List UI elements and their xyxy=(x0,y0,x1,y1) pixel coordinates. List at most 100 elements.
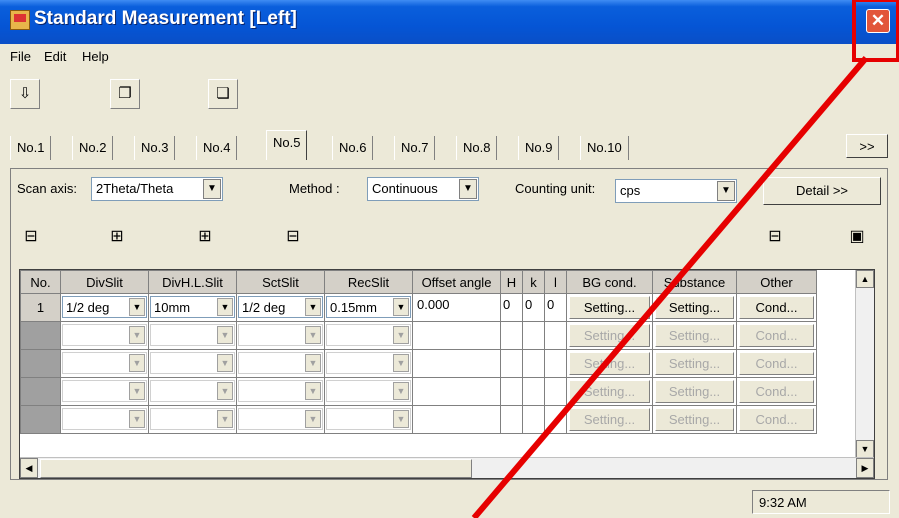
bg-cond-cell[interactable]: Setting... xyxy=(566,293,653,322)
chevron-down-icon: ▼ xyxy=(129,354,145,372)
method-select[interactable]: Continuous ▼ xyxy=(367,177,479,201)
bg-cond-setting-button: Setting... xyxy=(569,380,650,403)
tab-no6[interactable]: No.6 xyxy=(332,136,374,160)
menu-help[interactable]: Help xyxy=(82,49,109,64)
scroll-right-icon[interactable]: ▶ xyxy=(856,458,874,478)
close-button[interactable]: ✕ xyxy=(866,9,890,33)
divhl-select: ▼ xyxy=(150,380,235,402)
tab-panel: Scan axis: 2Theta/Theta ▼ Method : Conti… xyxy=(10,168,888,480)
substance-cell[interactable]: Setting... xyxy=(652,293,737,322)
l-cell[interactable]: 0 xyxy=(544,293,567,322)
tab-no9[interactable]: No.9 xyxy=(518,136,560,160)
k-cell[interactable]: 0 xyxy=(522,293,545,322)
recslit-select: ▼ xyxy=(326,352,411,374)
counting-unit-value: cps xyxy=(620,183,641,198)
detail-button[interactable]: Detail >> xyxy=(763,177,881,205)
save-icon[interactable]: ▣ xyxy=(845,225,869,249)
scan-axis-value: 2Theta/Theta xyxy=(96,181,174,196)
scroll-up-icon[interactable]: ▲ xyxy=(856,270,874,288)
chevron-down-icon: ▼ xyxy=(305,326,321,344)
scroll-down-icon[interactable]: ▼ xyxy=(856,440,874,458)
other-cell: Cond... xyxy=(736,377,817,406)
copy-left-button[interactable]: ❐ xyxy=(110,79,140,109)
chevron-down-icon[interactable]: ▼ xyxy=(129,298,145,316)
title-bar[interactable]: Standard Measurement [Left] ✕ xyxy=(0,0,899,44)
move-right-icon[interactable]: ⊞ xyxy=(105,225,129,249)
append-row-icon[interactable]: ⊟ xyxy=(763,225,787,249)
other-cond-button[interactable]: Cond... xyxy=(739,296,814,319)
horizontal-scroll-thumb[interactable] xyxy=(40,459,472,478)
chevron-down-icon[interactable]: ▼ xyxy=(217,298,233,316)
copy-rows-icon[interactable]: ⊟ xyxy=(281,225,305,249)
tab-no5[interactable]: No.5 xyxy=(266,130,308,160)
recslit-cell[interactable]: 0.15mm ▼ xyxy=(324,293,413,322)
table-row[interactable]: ▼ ▼ ▼ ▼ Setting... Setting... Cond... xyxy=(20,349,817,378)
tab-no2[interactable]: No.2 xyxy=(72,136,114,160)
scroll-left-icon[interactable]: ◀ xyxy=(20,458,38,478)
scan-axis-select[interactable]: 2Theta/Theta ▼ xyxy=(91,177,223,201)
tab-no4[interactable]: No.4 xyxy=(196,136,238,160)
h-cell xyxy=(500,377,523,406)
chevron-down-icon[interactable]: ▼ xyxy=(393,298,409,316)
import-button[interactable]: ⇩ xyxy=(10,79,40,109)
substance-cell: Setting... xyxy=(652,349,737,378)
tab-no10[interactable]: No.10 xyxy=(580,136,629,160)
l-cell xyxy=(544,349,567,378)
menu-file[interactable]: File xyxy=(10,49,31,64)
other-cond-button: Cond... xyxy=(739,324,814,347)
col-header-l: l xyxy=(544,270,567,294)
sctslit-value: 1/2 deg xyxy=(242,300,286,315)
table-row[interactable]: ▼ ▼ ▼ ▼ Setting... Setting... Cond... xyxy=(20,377,817,406)
vertical-scrollbar[interactable]: ▲ ▼ xyxy=(855,270,874,458)
sctslit-select: ▼ xyxy=(238,408,323,430)
divhl-cell: ▼ xyxy=(148,377,237,406)
sctslit-select[interactable]: 1/2 deg ▼ xyxy=(238,296,323,318)
sctslit-cell: ▼ xyxy=(236,405,325,434)
other-cell[interactable]: Cond... xyxy=(736,293,817,322)
substance-setting-button: Setting... xyxy=(655,352,734,375)
horizontal-scrollbar[interactable]: ◀ ▶ xyxy=(20,457,874,478)
divslit-select: ▼ xyxy=(62,352,147,374)
chevron-down-icon[interactable]: ▼ xyxy=(717,181,735,201)
recslit-select[interactable]: 0.15mm ▼ xyxy=(326,296,411,318)
substance-setting-button[interactable]: Setting... xyxy=(655,296,734,319)
condition-table: No. DivSlit DivH.L.Slit SctSlit RecSlit … xyxy=(20,270,817,434)
menu-bar: File Edit Help xyxy=(0,44,899,68)
chevron-down-icon[interactable]: ▼ xyxy=(459,179,477,199)
chevron-down-icon[interactable]: ▼ xyxy=(203,179,221,199)
h-cell[interactable]: 0 xyxy=(500,293,523,322)
divslit-select[interactable]: 1/2 deg ▼ xyxy=(62,296,147,318)
bg-cond-setting-button[interactable]: Setting... xyxy=(569,296,650,319)
tab-no8[interactable]: No.8 xyxy=(456,136,498,160)
recslit-select: ▼ xyxy=(326,408,411,430)
h-cell xyxy=(500,405,523,434)
chevron-down-icon[interactable]: ▼ xyxy=(305,298,321,316)
copy-right-button[interactable]: ❏ xyxy=(208,79,238,109)
l-value: 0 xyxy=(547,297,555,312)
tab-no7[interactable]: No.7 xyxy=(394,136,436,160)
k-cell xyxy=(522,349,545,378)
tab-no1[interactable]: No.1 xyxy=(10,136,52,160)
chevron-down-icon: ▼ xyxy=(305,410,321,428)
chevron-down-icon: ▼ xyxy=(393,326,409,344)
chevron-down-icon: ▼ xyxy=(129,326,145,344)
table-row[interactable]: ▼ ▼ ▼ ▼ Setting... Setting... Cond... xyxy=(20,321,817,350)
counting-unit-select[interactable]: cps ▼ xyxy=(615,179,737,203)
table-row[interactable]: ▼ ▼ ▼ ▼ Setting... Setting... Cond... xyxy=(20,405,817,434)
table-row[interactable]: 1 1/2 deg ▼ 10mm ▼ 1/2 deg ▼ 0.15mm ▼ 0.000 … xyxy=(20,293,817,322)
bg-cond-cell: Setting... xyxy=(566,349,653,378)
sctslit-cell[interactable]: 1/2 deg ▼ xyxy=(236,293,325,322)
divslit-select: ▼ xyxy=(62,324,147,346)
divhl-cell[interactable]: 10mm ▼ xyxy=(148,293,237,322)
divslit-cell[interactable]: 1/2 deg ▼ xyxy=(60,293,149,322)
divhl-select[interactable]: 10mm ▼ xyxy=(150,296,235,318)
tab-scroll-button[interactable]: >> xyxy=(846,134,888,158)
offset-angle-cell[interactable]: 0.000 xyxy=(412,293,501,322)
offset-angle-cell xyxy=(412,349,501,378)
menu-edit[interactable]: Edit xyxy=(44,49,66,64)
insert-row-icon[interactable]: ⊟ xyxy=(19,225,43,249)
divhl-select: ▼ xyxy=(150,408,235,430)
move-right-alt-icon[interactable]: ⊞ xyxy=(193,225,217,249)
chevron-down-icon: ▼ xyxy=(393,354,409,372)
tab-no3[interactable]: No.3 xyxy=(134,136,176,160)
